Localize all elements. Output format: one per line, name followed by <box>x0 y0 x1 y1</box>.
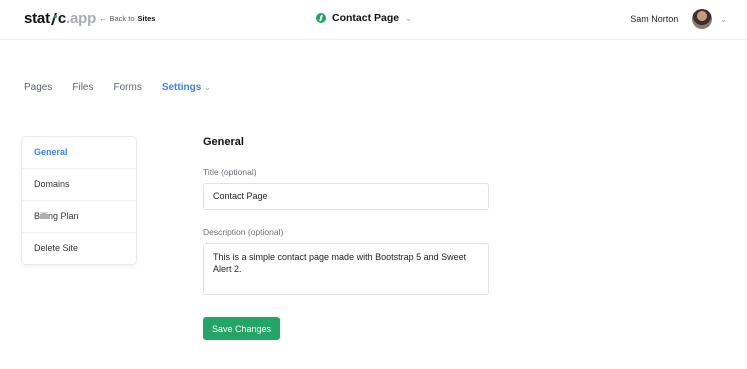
logo-text-end: c <box>57 10 67 27</box>
logo-suffix: .app <box>66 10 97 27</box>
back-prefix: Back to <box>109 14 135 23</box>
description-label: Description (optional) <box>203 227 284 237</box>
tab-settings-label: Settings <box>161 82 202 93</box>
back-to-sites-link[interactable]: ← Back to Sites <box>99 14 155 23</box>
avatar <box>692 9 713 29</box>
project-tabs: Pages Files Forms Settings ⌄ <box>24 82 211 93</box>
back-arrow-icon: ← <box>99 14 107 23</box>
tab-pages[interactable]: Pages <box>24 82 52 93</box>
chevron-down-icon: ⌄ <box>720 14 727 24</box>
tab-files[interactable]: Files <box>72 82 93 93</box>
project-switcher[interactable]: Contact Page ⌄ <box>316 12 412 24</box>
back-target: Sites <box>137 14 156 23</box>
section-title: General <box>203 136 244 148</box>
user-menu[interactable]: Sam Norton ⌄ <box>630 9 727 29</box>
user-name: Sam Norton <box>630 14 679 24</box>
save-changes-button[interactable]: Save Changes <box>203 317 280 340</box>
top-nav-bar: stat c .app ← Back to Sites Contact Page ⌄… <box>0 0 747 40</box>
title-label: Title (optional) <box>203 167 257 177</box>
logo-text-start: stat <box>24 10 50 27</box>
chevron-down-icon: ⌄ <box>405 13 412 23</box>
sidebar-item-domains[interactable]: Domains <box>22 169 136 201</box>
settings-sidebar: General Domains Billing Plan Delete Site <box>21 136 137 265</box>
chevron-down-icon: ⌄ <box>204 83 211 92</box>
logo-slash-mark <box>51 12 57 26</box>
tab-settings[interactable]: Settings ⌄ <box>162 82 211 93</box>
project-name: Contact Page <box>332 12 400 24</box>
site-status-icon <box>316 13 326 23</box>
sidebar-item-general[interactable]: General <box>22 137 136 169</box>
title-input[interactable]: Contact Page <box>203 183 489 210</box>
tab-forms[interactable]: Forms <box>113 82 141 93</box>
app-logo[interactable]: stat c .app <box>24 10 96 27</box>
description-textarea[interactable]: This is a simple contact page made with … <box>203 243 489 295</box>
sidebar-item-billing-plan[interactable]: Billing Plan <box>22 201 136 233</box>
sidebar-item-delete-site[interactable]: Delete Site <box>22 233 136 264</box>
